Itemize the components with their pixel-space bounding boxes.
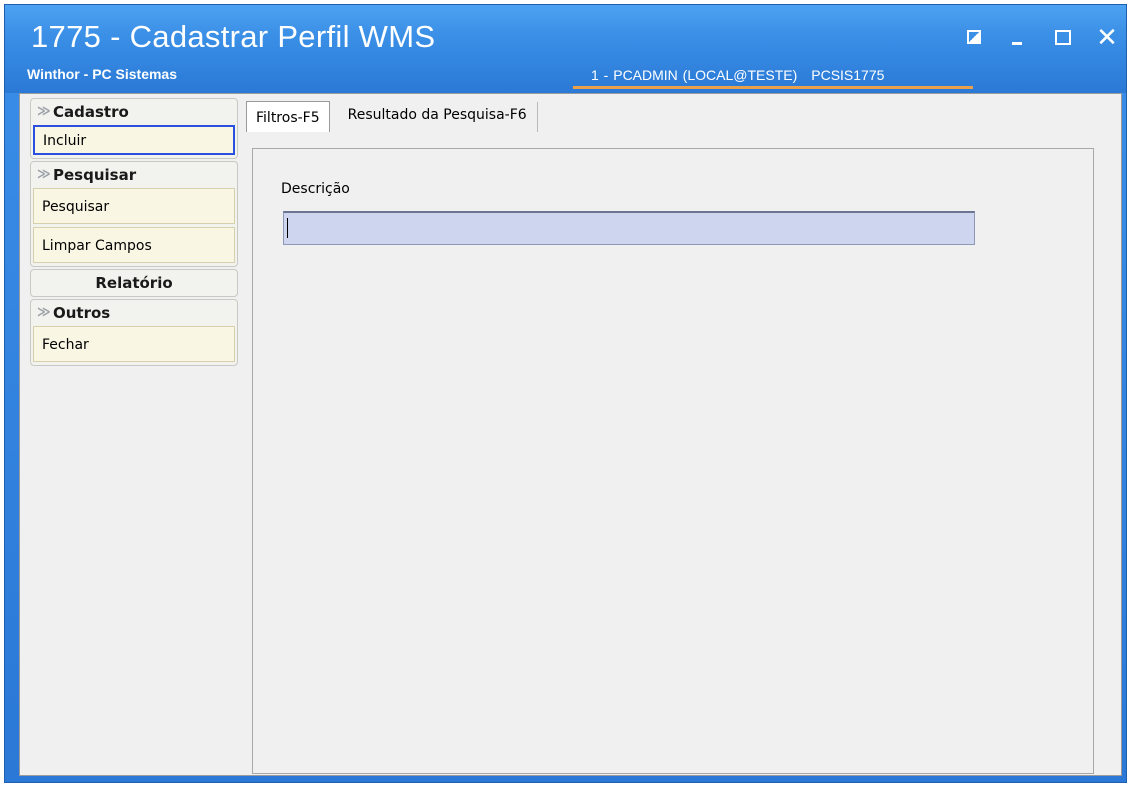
chevron-down-icon: ≫ — [37, 305, 51, 320]
filters-panel: Descrição — [252, 148, 1094, 774]
restore-icon[interactable] — [964, 27, 986, 49]
fechar-button[interactable]: Fechar — [33, 326, 235, 362]
group-header-cadastro[interactable]: ≫ Cadastro — [31, 99, 237, 125]
app-subtitle: Winthor - PC Sistemas — [27, 66, 178, 82]
window-title: 1775 - Cadastrar Perfil WMS — [31, 19, 436, 54]
sidebar: ≫ Cadastro Incluir ≫ Pesquisar Pesquisar… — [30, 98, 238, 368]
minimize-icon[interactable] — [1008, 27, 1030, 49]
tab-filtros[interactable]: Filtros-F5 — [246, 101, 330, 132]
user-label: 1 - PCADMIN (LOCAL@TESTE) — [591, 67, 798, 83]
routine-code: PCSIS1775 — [811, 67, 885, 83]
client-area: ≫ Cadastro Incluir ≫ Pesquisar Pesquisar… — [19, 93, 1122, 776]
window-controls: ✕ — [964, 25, 1118, 51]
group-pesquisar: ≫ Pesquisar Pesquisar Limpar Campos — [30, 161, 238, 267]
chevron-down-icon: ≫ — [37, 167, 51, 182]
group-label: Relatório — [95, 274, 173, 292]
close-icon[interactable]: ✕ — [1096, 25, 1118, 51]
descricao-input[interactable] — [283, 211, 975, 245]
group-header-relatorio[interactable]: Relatório — [31, 270, 237, 296]
group-header-pesquisar[interactable]: ≫ Pesquisar — [31, 162, 237, 188]
accent-line — [573, 86, 973, 89]
title-bar[interactable]: 1775 - Cadastrar Perfil WMS Winthor - PC… — [5, 5, 1126, 93]
app-window: 1775 - Cadastrar Perfil WMS Winthor - PC… — [4, 4, 1127, 783]
chevron-down-icon: ≫ — [37, 104, 51, 119]
descricao-label: Descrição — [281, 181, 350, 197]
text-caret — [287, 218, 288, 238]
tab-resultado-pesquisa[interactable]: Resultado da Pesquisa-F6 — [338, 102, 538, 132]
group-label: Outros — [53, 304, 111, 322]
group-cadastro: ≫ Cadastro Incluir — [30, 98, 238, 159]
group-header-outros[interactable]: ≫ Outros — [31, 300, 237, 326]
tab-strip: Filtros-F5 Resultado da Pesquisa-F6 — [246, 98, 538, 132]
limpar-campos-button[interactable]: Limpar Campos — [33, 227, 235, 263]
incluir-button[interactable]: Incluir — [33, 125, 235, 155]
pesquisar-button[interactable]: Pesquisar — [33, 188, 235, 224]
user-info: 1 - PCADMIN (LOCAL@TESTE) PCSIS1775 — [591, 67, 884, 83]
group-label: Pesquisar — [53, 166, 137, 184]
group-outros: ≫ Outros Fechar — [30, 299, 238, 366]
maximize-icon[interactable] — [1052, 27, 1074, 49]
group-relatorio: Relatório — [30, 269, 238, 297]
group-label: Cadastro — [53, 103, 129, 121]
